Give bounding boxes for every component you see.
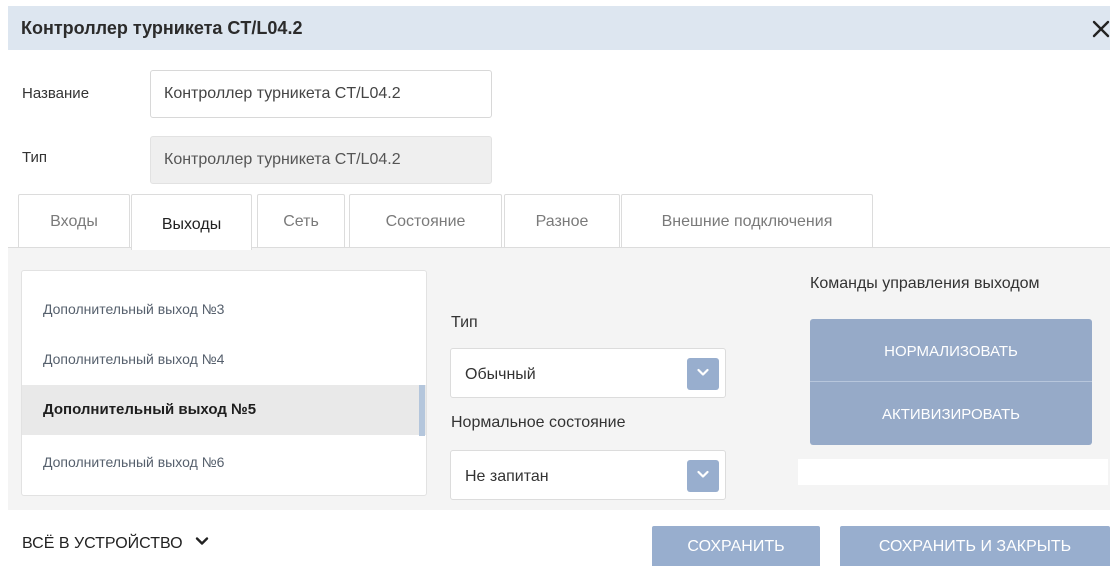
activate-button[interactable]: АКТИВИЗИРОВАТЬ: [810, 382, 1092, 444]
all-to-device-button[interactable]: ВСЁ В УСТРОЙСТВО: [22, 535, 209, 553]
normal-state-value: Не запитан: [465, 468, 549, 485]
tab-outputs[interactable]: Выходы: [131, 194, 252, 250]
tab-misc[interactable]: Разное: [504, 194, 620, 247]
chevron-down-icon[interactable]: [687, 460, 719, 492]
list-item-selected[interactable]: Дополнительный выход №5: [22, 385, 426, 435]
type-label: Тип: [22, 149, 48, 166]
tab-network[interactable]: Сеть: [257, 194, 345, 247]
name-label: Название: [22, 85, 90, 102]
tab-state[interactable]: Состояние: [349, 194, 502, 247]
tab-bar: Входы Выходы Сеть Состояние Разное Внешн…: [8, 194, 1110, 250]
output-type-label: Тип: [451, 314, 478, 331]
normal-state-select[interactable]: Не запитан: [450, 450, 726, 500]
dialog-title: Контроллер турникета CT/L04.2: [21, 18, 303, 38]
dialog-header: Контроллер турникета CT/L04.2: [8, 6, 1110, 50]
controller-dialog: Контроллер турникета CT/L04.2 Название К…: [0, 0, 1110, 566]
all-to-device-label: ВСЁ В УСТРОЙСТВО: [22, 535, 183, 552]
chevron-down-icon[interactable]: [687, 358, 719, 390]
list-item[interactable]: Дополнительный выход №4: [22, 334, 426, 384]
output-type-value: Обычный: [465, 366, 536, 383]
type-field: Контроллер турникета CT/L04.2: [150, 136, 492, 184]
normal-state-label: Нормальное состояние: [451, 414, 626, 431]
output-type-select[interactable]: Обычный: [450, 348, 726, 398]
chevron-down-icon: [195, 533, 209, 551]
commands-title: Команды управления выходом: [810, 275, 1040, 292]
tab-inputs[interactable]: Входы: [18, 194, 130, 247]
close-icon[interactable]: [1088, 14, 1110, 42]
list-scrollbar[interactable]: [419, 385, 425, 436]
list-item[interactable]: Дополнительный выход №3: [22, 284, 426, 334]
list-item[interactable]: Дополнительный выход №6: [22, 437, 426, 487]
save-and-close-button[interactable]: СОХРАНИТЬ И ЗАКРЫТЬ: [840, 526, 1110, 566]
normalize-button[interactable]: НОРМАЛИЗОВАТЬ: [810, 319, 1092, 381]
outputs-list: Дополнительный выход №3 Дополнительный в…: [21, 270, 427, 496]
commands-spacer: [798, 459, 1108, 485]
tab-external-connections[interactable]: Внешние подключения: [621, 194, 873, 247]
save-button[interactable]: СОХРАНИТЬ: [652, 526, 820, 566]
name-input[interactable]: Контроллер турникета CT/L04.2: [150, 70, 492, 118]
commands-panel: НОРМАЛИЗОВАТЬ АКТИВИЗИРОВАТЬ: [810, 319, 1092, 445]
